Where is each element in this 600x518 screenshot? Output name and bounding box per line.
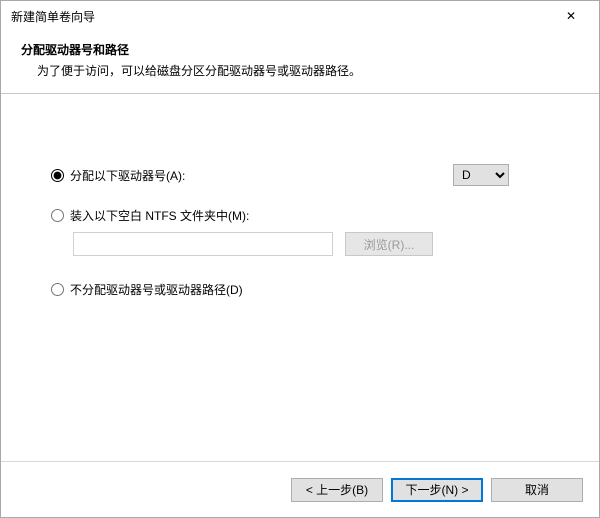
radio-mount-folder-label: 装入以下空白 NTFS 文件夹中(M): xyxy=(70,207,549,224)
cancel-button[interactable]: 取消 xyxy=(491,478,583,502)
option-assign-letter-row: 分配以下驱动器号(A): D xyxy=(51,164,549,186)
browse-button[interactable]: 浏览(R)... xyxy=(345,232,433,256)
wizard-header: 分配驱动器号和路径 为了便于访问，可以给磁盘分区分配驱动器号或驱动器路径。 xyxy=(1,31,599,94)
radio-no-assign-label: 不分配驱动器号或驱动器路径(D) xyxy=(70,281,549,298)
next-button[interactable]: 下一步(N) > xyxy=(391,478,483,502)
option-no-assign-row: 不分配驱动器号或驱动器路径(D) xyxy=(51,278,549,300)
radio-assign-letter-label: 分配以下驱动器号(A): xyxy=(70,167,453,184)
back-button[interactable]: < 上一步(B) xyxy=(291,478,383,502)
option-mount-folder-row: 装入以下空白 NTFS 文件夹中(M): xyxy=(51,204,549,226)
wizard-content: 分配以下驱动器号(A): D 装入以下空白 NTFS 文件夹中(M): 浏览(R… xyxy=(1,94,599,461)
page-subtitle: 为了便于访问，可以给磁盘分区分配驱动器号或驱动器路径。 xyxy=(21,62,579,79)
folder-path-input[interactable] xyxy=(73,232,333,256)
mount-folder-subrow: 浏览(R)... xyxy=(73,232,549,256)
radio-assign-letter[interactable] xyxy=(51,169,64,182)
drive-letter-select[interactable]: D xyxy=(453,164,509,186)
titlebar: 新建简单卷向导 ✕ xyxy=(1,1,599,31)
radio-no-assign[interactable] xyxy=(51,283,64,296)
wizard-window: 新建简单卷向导 ✕ 分配驱动器号和路径 为了便于访问，可以给磁盘分区分配驱动器号… xyxy=(0,0,600,518)
radio-mount-folder[interactable] xyxy=(51,209,64,222)
wizard-footer: < 上一步(B) 下一步(N) > 取消 xyxy=(1,461,599,517)
close-icon: ✕ xyxy=(566,9,576,23)
page-title: 分配驱动器号和路径 xyxy=(21,41,579,58)
window-title: 新建简单卷向导 xyxy=(11,8,551,25)
close-button[interactable]: ✕ xyxy=(551,2,591,30)
